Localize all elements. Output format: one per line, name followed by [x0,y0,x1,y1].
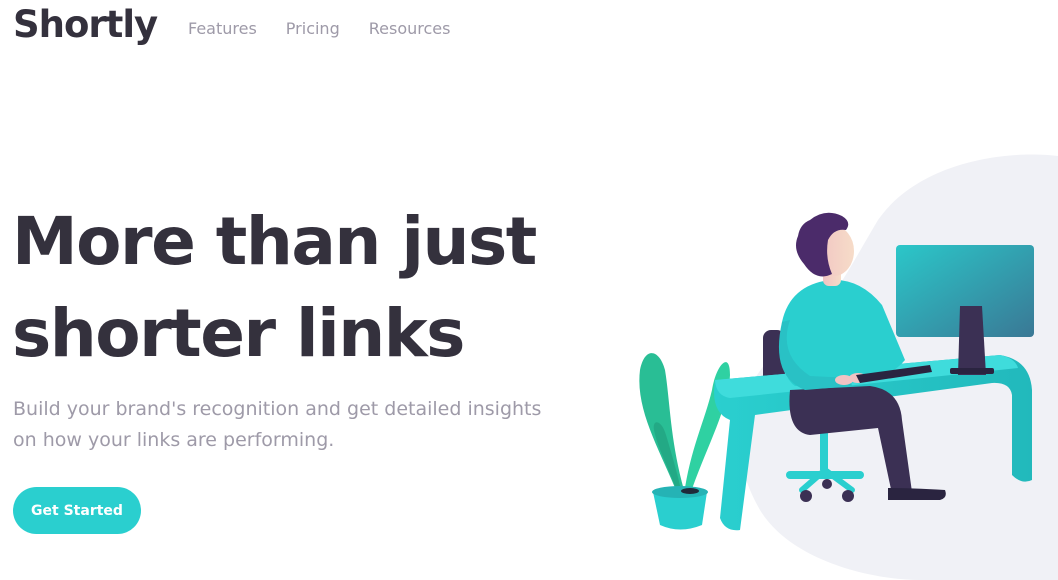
hero-title-line-1: More than just [12,203,537,280]
hero-title: More than just shorter links [12,196,592,380]
hero-subtitle: Build your brand's recognition and get d… [13,394,613,456]
person-working-at-desk-illustration [639,154,1058,580]
nav-item-features[interactable]: Features [188,19,257,38]
logo[interactable]: Shortly [13,3,158,46]
nav-item-pricing[interactable]: Pricing [286,19,340,38]
main-nav: Features Pricing Resources [188,19,479,38]
page: Shortly Features Pricing Resources More … [0,0,1058,580]
hero-subtitle-line-2: on how your links are performing. [13,429,335,451]
plant-icon [639,353,730,530]
get-started-button[interactable]: Get Started [13,487,141,534]
hero-title-line-2: shorter links [12,295,465,372]
hero-subtitle-line-1: Build your brand's recognition and get d… [13,398,542,420]
nav-item-resources[interactable]: Resources [369,19,451,38]
